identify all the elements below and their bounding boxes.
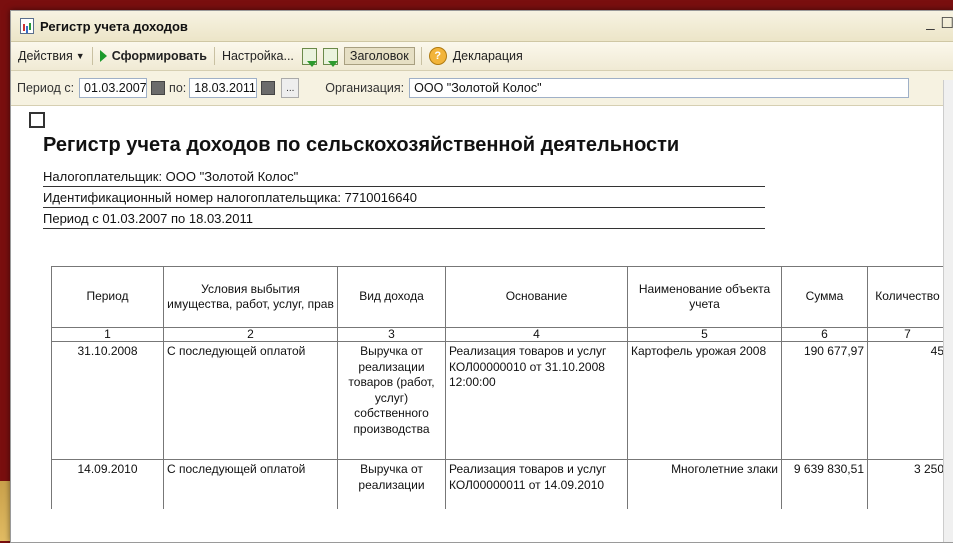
- cell-sum: 190 677,97: [781, 341, 868, 460]
- column-number: 5: [627, 327, 782, 342]
- report-corner-marker: [29, 112, 45, 128]
- cell-sum: 9 639 830,51: [781, 459, 868, 509]
- column-header: Вид дохода: [337, 266, 446, 328]
- cell-basis: Реализация товаров и услуг КОЛ00000011 о…: [445, 459, 628, 509]
- header-label: Заголовок: [349, 49, 409, 63]
- column-number: 4: [445, 327, 628, 342]
- calendar-icon[interactable]: [151, 81, 166, 95]
- title-bar: Регистр учета доходов _ ☐: [11, 11, 953, 42]
- chevron-down-icon: ▼: [75, 51, 85, 61]
- cell-period: 14.09.2010: [51, 459, 164, 509]
- cell-quantity: 3 250: [867, 459, 948, 509]
- header-toggle-button[interactable]: Заголовок: [343, 47, 415, 65]
- cell-object: Многолетние злаки: [627, 459, 782, 509]
- load-variant-icon[interactable]: [322, 47, 338, 67]
- period-to-field[interactable]: 18.03.2011: [189, 78, 258, 98]
- vertical-scrollbar[interactable]: [943, 80, 953, 542]
- cell-basis: Реализация товаров и услуг КОЛ00000010 о…: [445, 341, 628, 460]
- save-variant-icon[interactable]: [301, 47, 317, 67]
- help-icon: ?: [428, 47, 447, 65]
- period-from-label: Период с:: [17, 81, 75, 95]
- table-row[interactable]: 14.09.2010 С последующей оплатой Выручка…: [51, 459, 948, 509]
- income-table: Период Условия выбытия имущества, работ,…: [51, 266, 948, 509]
- cell-conditions: С последующей оплатой: [163, 459, 338, 509]
- calendar-icon[interactable]: [261, 81, 276, 95]
- column-header: Период: [51, 266, 164, 328]
- column-number: 6: [781, 327, 868, 342]
- report-area: Регистр учета доходов по сельскохозяйств…: [11, 106, 953, 509]
- period-from-field[interactable]: 01.03.2007: [79, 78, 148, 98]
- actions-menu[interactable]: Действия ▼: [13, 49, 90, 63]
- minimize-button[interactable]: _: [926, 14, 934, 32]
- table-header-row: Период Условия выбытия имущества, работ,…: [51, 266, 948, 328]
- column-number: 3: [337, 327, 446, 342]
- declaration-button[interactable]: ? Декларация: [424, 47, 528, 65]
- maximize-button[interactable]: ☐: [941, 14, 953, 32]
- generate-button[interactable]: Сформировать: [95, 49, 212, 63]
- report-window: Регистр учета доходов _ ☐ Действия ▼ Сфо…: [10, 10, 953, 543]
- taxpayer-line: Налогоплательщик: ООО "Золотой Колос": [43, 168, 765, 187]
- cell-quantity: 45: [867, 341, 948, 460]
- cell-object: Картофель урожая 2008: [627, 341, 782, 460]
- cell-income-type: Выручка от реализации товаров (работ, ус…: [337, 341, 446, 460]
- column-header: Сумма: [781, 266, 868, 328]
- cell-income-type: Выручка от реализации: [337, 459, 446, 509]
- column-header: Количество: [867, 266, 948, 328]
- settings-label: Настройка...: [221, 49, 294, 63]
- filter-panel: Период с: 01.03.2007 по: 18.03.2011 ... …: [11, 71, 953, 106]
- report-title: Регистр учета доходов по сельскохозяйств…: [43, 134, 680, 156]
- cell-conditions: С последующей оплатой: [163, 341, 338, 460]
- period-to-label: по:: [169, 81, 187, 95]
- cell-period: 31.10.2008: [51, 341, 164, 460]
- declaration-label: Декларация: [452, 49, 523, 63]
- table-row[interactable]: 31.10.2008 С последующей оплатой Выручка…: [51, 341, 948, 460]
- window-title: Регистр учета доходов: [40, 18, 188, 34]
- column-number-row: 1 2 3 4 5 6 7: [51, 327, 948, 342]
- organization-field[interactable]: ООО "Золотой Колос": [409, 78, 910, 98]
- column-number: 2: [163, 327, 338, 342]
- column-header: Основание: [445, 266, 628, 328]
- generate-label: Сформировать: [111, 49, 207, 63]
- inn-line: Идентификационный номер налогоплательщик…: [43, 189, 765, 208]
- column-header: Наименование объекта учета: [627, 266, 782, 328]
- play-icon: [99, 50, 107, 62]
- actions-label: Действия: [18, 49, 73, 63]
- column-number: 7: [867, 327, 948, 342]
- org-label: Организация:: [325, 81, 405, 95]
- select-period-button[interactable]: ...: [281, 78, 300, 98]
- period-line: Период с 01.03.2007 по 18.03.2011: [43, 210, 765, 229]
- column-header: Условия выбытия имущества, работ, услуг,…: [163, 266, 338, 328]
- column-number: 1: [51, 327, 164, 342]
- toolbar: Действия ▼ Сформировать Настройка... Заг…: [11, 42, 953, 71]
- chart-icon: [20, 18, 34, 34]
- settings-button[interactable]: Настройка...: [217, 49, 299, 63]
